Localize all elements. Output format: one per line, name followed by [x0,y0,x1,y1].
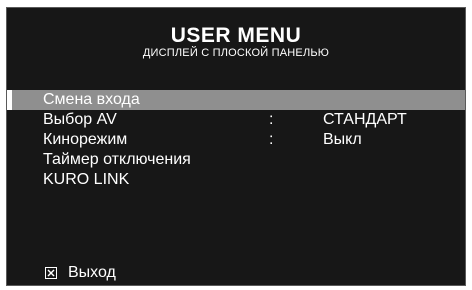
menu-subtitle: ДИСПЛЕЙ С ПЛОСКОЙ ПАНЕЛЬЮ [142,47,330,59]
menu-item-sleep-timer[interactable]: Таймер отключения [7,150,465,170]
menu-item-input-change[interactable]: Смена входа [7,90,465,110]
selection-marker [7,90,12,110]
menu-item-kuro-link[interactable]: KURO LINK [7,170,465,190]
menu-item-label: Выбор AV [43,111,117,128]
menu-item-value: СТАНДАРТ [323,111,407,128]
menu-item-label: KURO LINK [43,171,130,188]
menu-item-value: Выкл [323,131,362,148]
menu-item-separator: : [269,131,274,148]
menu-item-label: Смена входа [43,91,140,108]
menu-title: USER MENU [170,24,302,47]
menu-item-label: Кинорежим [43,131,128,148]
menu-list: Смена входа Выбор AV : СТАНДАРТ Кинорежи… [7,90,465,190]
menu-item-cinema-mode[interactable]: Кинорежим : Выкл [7,130,465,150]
exit-label: Выход [68,264,116,281]
osd-screen: USER MENU ДИСПЛЕЙ С ПЛОСКОЙ ПАНЕЛЬЮ Смен… [0,0,472,290]
close-box-icon [45,267,57,279]
menu-item-label: Таймер отключения [43,151,191,168]
menu-item-separator: : [269,111,274,128]
user-menu-panel: USER MENU ДИСПЛЕЙ С ПЛОСКОЙ ПАНЕЛЬЮ Смен… [6,7,466,286]
menu-item-av-selection[interactable]: Выбор AV : СТАНДАРТ [7,110,465,130]
